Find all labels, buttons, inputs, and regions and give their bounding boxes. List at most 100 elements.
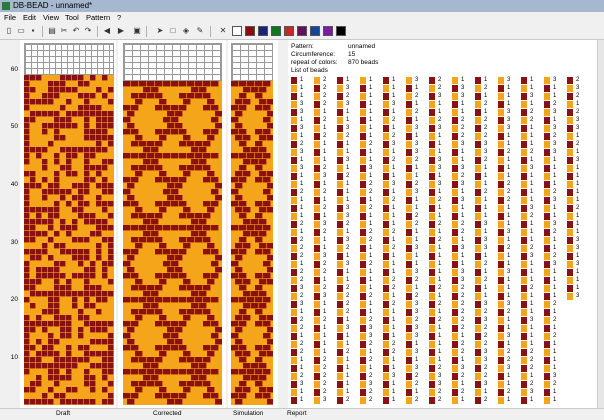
corrected-empty-grid[interactable]: [123, 43, 222, 81]
bead-count: 1: [392, 237, 396, 243]
simulation-bead-grid[interactable]: [231, 81, 273, 405]
bead-swatch: [521, 349, 527, 356]
bead-count: 1: [300, 309, 304, 315]
bead-count: 2: [461, 349, 465, 355]
redo-icon[interactable]: ↷: [83, 26, 93, 36]
corrected-bead-grid[interactable]: [123, 81, 222, 405]
simulation-empty-grid[interactable]: [231, 43, 273, 81]
bead-swatch: [383, 149, 389, 156]
draft-bead-grid[interactable]: [24, 75, 114, 405]
select-rect-icon[interactable]: □: [168, 26, 178, 36]
arrow-right-icon[interactable]: ▶: [116, 26, 126, 36]
bead-swatch: [429, 269, 435, 276]
bead-count: 1: [484, 269, 488, 275]
bead-swatch: [498, 237, 504, 244]
bead-count: 2: [461, 117, 465, 123]
bead-count: 3: [576, 261, 580, 267]
bead-count: 3: [300, 301, 304, 307]
bead-swatch: [498, 157, 504, 164]
color-swatch-purple[interactable]: [323, 26, 333, 36]
bead-count: 2: [415, 277, 419, 283]
bead-count: 2: [392, 349, 396, 355]
bead-swatch: [383, 381, 389, 388]
bead-swatch: [314, 141, 320, 148]
draft-empty-grid[interactable]: [24, 43, 114, 75]
pointer-icon[interactable]: ➤: [155, 26, 165, 36]
new-file-icon[interactable]: ▯: [4, 26, 14, 36]
bead-count: 1: [369, 85, 373, 91]
color-swatch-navy[interactable]: [258, 26, 268, 36]
bead-swatch: [475, 197, 481, 204]
open-folder-icon[interactable]: ▭: [16, 26, 26, 36]
bead-swatch: [314, 165, 320, 172]
bead-swatch: [544, 85, 550, 92]
bead-swatch: [360, 325, 366, 332]
bead-count: 2: [323, 389, 327, 395]
save-icon[interactable]: ▪: [28, 26, 38, 36]
menu-pattern[interactable]: Pattern: [86, 13, 110, 22]
bead-count: 3: [530, 253, 534, 259]
bead-count: 2: [438, 221, 442, 227]
bead-count: 1: [530, 85, 534, 91]
menu-tool[interactable]: Tool: [65, 13, 79, 22]
bead-swatch: [337, 181, 343, 188]
bead-count: 3: [300, 149, 304, 155]
undo-icon[interactable]: ↶: [71, 26, 81, 36]
bead-count: 1: [553, 205, 557, 211]
bead-count: 3: [507, 125, 511, 131]
bead-count: 2: [461, 221, 465, 227]
bead-count: 1: [369, 277, 373, 283]
menu-view[interactable]: View: [43, 13, 59, 22]
bead-swatch: [337, 365, 343, 372]
bead-swatch: [567, 237, 573, 244]
bead-count: 3: [415, 301, 419, 307]
vertical-scrollbar[interactable]: [597, 40, 604, 408]
bead-count: 1: [323, 341, 327, 347]
preview-icon[interactable]: ▣: [132, 26, 142, 36]
color-swatch-dark-red[interactable]: [245, 26, 255, 36]
color-swatch-green[interactable]: [271, 26, 281, 36]
clear-icon[interactable]: ✕: [218, 26, 228, 36]
bead-swatch: [383, 85, 389, 92]
bead-count: 2: [530, 109, 534, 115]
bead-count: 1: [369, 269, 373, 275]
simulation-label: Simulation: [233, 410, 264, 417]
bead-count: 3: [415, 245, 419, 251]
bead-count: 1: [415, 197, 419, 203]
bead-swatch: [337, 205, 343, 212]
menu-file[interactable]: File: [4, 13, 16, 22]
arrow-left-icon[interactable]: ◀: [102, 26, 112, 36]
color-swatch-plum[interactable]: [297, 26, 307, 36]
color-swatch-black[interactable]: [336, 26, 346, 36]
bead-swatch: [360, 349, 366, 356]
menu-edit[interactable]: Edit: [23, 13, 36, 22]
bead-swatch: [475, 293, 481, 300]
bead-swatch: [337, 269, 343, 276]
bead-swatch: [544, 149, 550, 156]
bead-swatch: [406, 93, 412, 100]
bead-count: 1: [323, 197, 327, 203]
bead-count: 1: [415, 85, 419, 91]
bead-count: 1: [369, 173, 373, 179]
bead-count: 1: [415, 229, 419, 235]
bead-count: 2: [300, 221, 304, 227]
bead-swatch: [337, 261, 343, 268]
bead-count: 2: [484, 117, 488, 123]
color-swatch-blue[interactable]: [310, 26, 320, 36]
bead-swatch: [337, 357, 343, 364]
cut-icon[interactable]: ✂: [59, 26, 69, 36]
bead-count: 3: [461, 85, 465, 91]
print-icon[interactable]: ▤: [47, 26, 57, 36]
bead-swatch: [406, 269, 412, 276]
bead-count: 1: [461, 357, 465, 363]
color-swatch-white[interactable]: [232, 26, 242, 36]
pipette-icon[interactable]: ✎: [195, 26, 205, 36]
bead-count: 1: [553, 157, 557, 163]
bead-count: 1: [415, 237, 419, 243]
color-swatch-red[interactable]: [284, 26, 294, 36]
fill-bucket-icon[interactable]: ◈: [181, 26, 191, 36]
bead-count: 1: [300, 213, 304, 219]
menu-help[interactable]: ?: [117, 13, 121, 22]
bead-swatch: [429, 381, 435, 388]
bead-count: 2: [392, 229, 396, 235]
